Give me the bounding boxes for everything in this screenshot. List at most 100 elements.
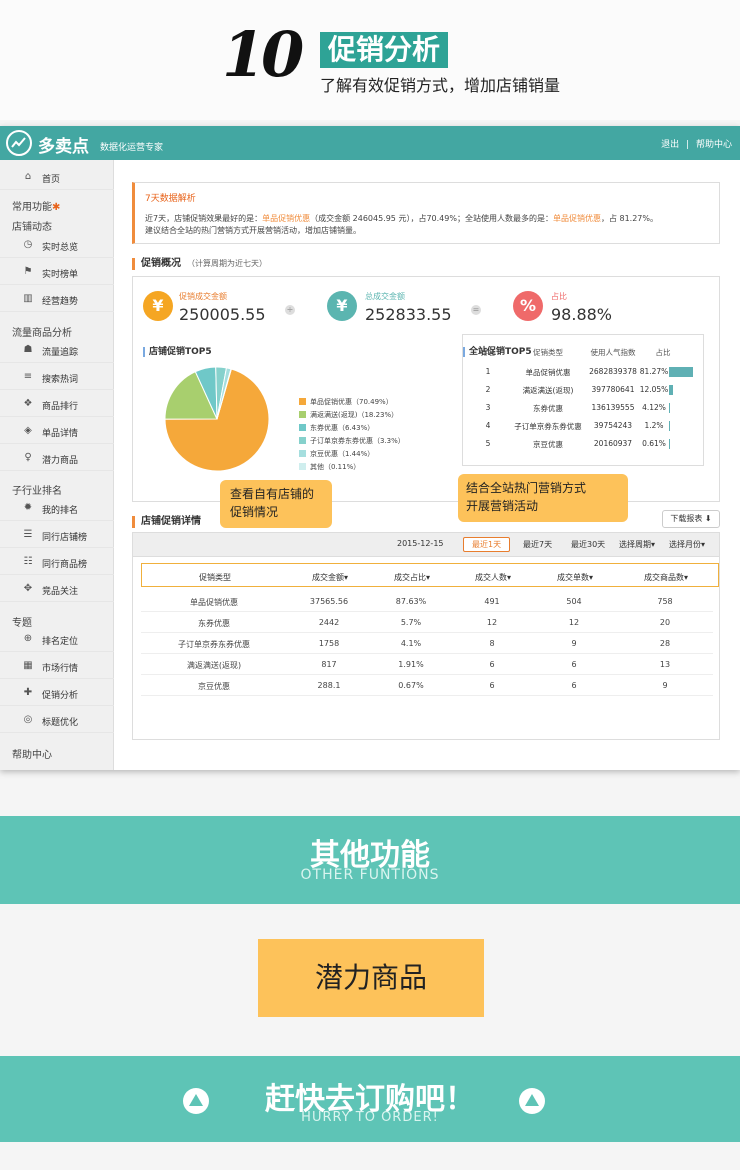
alert-title: 7天数据解析 <box>145 194 196 204</box>
other-features-subtitle: OTHER FUNTIONS <box>300 867 440 883</box>
crosshair-icon: ✥ <box>23 583 33 594</box>
logo-icon <box>6 130 32 156</box>
sidebar-section-common: 常用功能✱ <box>12 202 61 213</box>
flag-icon: ⚑ <box>23 266 33 277</box>
download-report-button[interactable]: 下载报表 ⬇ <box>662 510 720 528</box>
site-top5-row: 5 京豆优惠 20160937 0.61% <box>463 437 705 455</box>
share-bar <box>669 367 694 377</box>
alert-line-1: 近7天，店铺促销效果最好的是：单品促销优惠（成交金额 246045.95 元），… <box>145 214 658 223</box>
site-top5-row: 2 满返满送(返现) 397780641 12.05% <box>463 383 705 401</box>
select-period-dropdown[interactable]: 选择周期▾ <box>619 539 655 550</box>
sidebar-item-promo-analysis[interactable]: ✚ 促销分析 <box>0 680 114 706</box>
feature-number: 10 <box>222 18 304 91</box>
filter-7day[interactable]: 最近7天 <box>523 539 552 550</box>
legend-item: 单品促销优惠（70.49%） <box>299 397 393 407</box>
database-icon: ≡ <box>23 371 33 382</box>
users-icon: ☗ <box>23 344 33 355</box>
filter-30day[interactable]: 最近30天 <box>571 539 605 550</box>
sidebar-item-realtime-rank[interactable]: ⚑ 实时榜单 <box>0 259 114 285</box>
data-analysis-alert: 7天数据解析 近7天，店铺促销效果最好的是：单品促销优惠（成交金额 246045… <box>132 182 720 244</box>
share-bar <box>669 439 670 449</box>
table-row: 单品促销优惠 37565.56 87.63% 491 504 758 <box>141 591 713 612</box>
filter-1day[interactable]: 最近1天 <box>463 537 511 552</box>
divide-icon: ÷ <box>285 305 295 315</box>
bar-chart-icon: ▥ <box>23 293 33 304</box>
help-link[interactable]: 帮助中心 <box>696 140 732 150</box>
sidebar-item-realtime-overview[interactable]: ◷ 实时总览 <box>0 232 114 258</box>
table-row: 满返满送(返现) 817 1.91% 6 6 13 <box>141 654 713 675</box>
list-icon: ☰ <box>23 529 33 540</box>
sidebar-item-my-rank[interactable]: ✹ 我的排名 <box>0 495 114 521</box>
details-panel: 2015-12-15 最近1天 最近7天 最近30天 选择周期▾ 选择月份▾ 促… <box>132 532 720 740</box>
sidebar-item-traffic[interactable]: ☗ 流量追踪 <box>0 337 114 363</box>
brand-name: 多卖点 <box>38 137 89 157</box>
sidebar-section-store: 店铺动态 <box>12 222 52 233</box>
table-row: 子订单京券东券优惠 1758 4.1% 8 9 28 <box>141 633 713 654</box>
overview-title: 促销概况 （计算周期为近七天） <box>132 258 267 270</box>
order-banner[interactable]: 赶快去订购吧！ HURRY TO ORDER! <box>0 1056 740 1142</box>
brand-tagline: 数据化运营专家 <box>100 143 164 153</box>
sidebar-item-peer-stores[interactable]: ☰ 同行店铺榜 <box>0 522 114 548</box>
cube-icon: ◈ <box>24 425 32 436</box>
top-links: 退出 | 帮助中心 <box>657 137 732 150</box>
feature-header: 10 促销分析 了解有效促销方式，增加店铺销量 <box>0 0 740 120</box>
other-features-banner: 其他功能 OTHER FUNTIONS <box>0 816 740 904</box>
app-header: 多卖点 数据化运营专家 退出 | 帮助中心 <box>0 126 740 160</box>
total-sales-label: 总成交金额 <box>365 292 405 301</box>
legend-swatch <box>299 411 306 418</box>
share-bar <box>669 421 670 431</box>
legend-item: 东券优惠（6.43%） <box>299 423 374 433</box>
sidebar-item-home[interactable]: ⌂ 首页 <box>0 164 114 190</box>
sidebar-item-market[interactable]: ▦ 市场行情 <box>0 653 114 679</box>
legend-swatch <box>299 398 306 405</box>
legend-item: 子订单京券东券优惠（3.3%） <box>299 436 405 446</box>
logout-link[interactable]: 退出 <box>661 140 679 150</box>
clock-icon: ◷ <box>23 239 33 250</box>
store-promo-pie-chart <box>164 366 270 472</box>
lightbulb-icon: ♀ <box>24 452 32 463</box>
details-title: 店铺促销详情 <box>132 516 201 528</box>
money-bag-icon: ¥ <box>143 291 173 321</box>
sidebar-item-peer-products[interactable]: ☷ 同行商品榜 <box>0 549 114 575</box>
sidebar-item-search-words[interactable]: ≡ 搜索热词 <box>0 364 114 390</box>
share-bar <box>669 385 673 395</box>
callout-site-promo: 结合全站热门营销方式 开展营销活动 <box>458 474 628 522</box>
sidebar-item-title-opt[interactable]: ◎ 标题优化 <box>0 707 114 733</box>
site-top5-row: 4 子订单京券东券优惠 39754243 1.2% <box>463 419 705 437</box>
gear-icon: ✱ <box>52 202 61 213</box>
sidebar-item-competitor[interactable]: ✥ 竞品关注 <box>0 576 114 602</box>
app-window: 多卖点 数据化运营专家 退出 | 帮助中心 ⌂ 首页 常用功能✱ 店铺动态 ◷ 实时… <box>0 126 740 770</box>
col-orders[interactable]: 成交单数▾ <box>534 572 616 583</box>
legend-swatch <box>299 437 306 444</box>
sidebar-item-rank-locate[interactable]: ⊕ 排名定位 <box>0 626 114 652</box>
sidebar-item-product-rank[interactable]: ❖ 商品排行 <box>0 391 114 417</box>
site-top5-table: 排名 促销类型 使用人气指数 占比 1 单品促销优惠 2682839378 81.27… <box>462 334 704 466</box>
select-month-dropdown[interactable]: 选择月份▾ <box>669 539 705 550</box>
main-content: 7天数据解析 近7天，店铺促销效果最好的是：单品促销优惠（成交金额 246045… <box>124 160 728 770</box>
download-icon: ⬇ <box>704 514 712 523</box>
site-top5-row: 3 东券优惠 136139555 4.12% <box>463 401 705 419</box>
site-top5-row: 1 单品促销优惠 2682839378 81.27% <box>463 365 705 383</box>
sidebar-help[interactable]: 帮助中心 <box>12 746 52 761</box>
promo-sales-value: 250005.55 <box>179 305 266 324</box>
total-sales-value: 252833.55 <box>365 305 452 324</box>
cubes-icon: ❖ <box>23 398 33 409</box>
col-items[interactable]: 成交商品数▾ <box>616 572 716 583</box>
col-amount[interactable]: 成交金额▾ <box>288 572 372 583</box>
sidebar-item-trend[interactable]: ▥ 经营趋势 <box>0 286 114 312</box>
sidebar-item-product-detail[interactable]: ◈ 单品详情 <box>0 418 114 444</box>
legend-swatch <box>299 450 306 457</box>
sidebar-item-potential[interactable]: ♀ 潜力商品 <box>0 445 114 471</box>
feature-title: 促销分析 <box>320 32 449 68</box>
callout-store-promo: 查看自有店铺的促销情况 <box>220 480 332 528</box>
target-icon: ◎ <box>23 714 33 725</box>
col-share[interactable]: 成交占比▾ <box>372 572 452 583</box>
potential-products-button[interactable]: 潜力商品 <box>258 939 484 1017</box>
col-buyers[interactable]: 成交人数▾ <box>452 572 534 583</box>
promo-sales-label: 促销成交金额 <box>179 292 227 301</box>
legend-item: 其他（0.11%） <box>299 462 360 472</box>
sidebar: ⌂ 首页 常用功能✱ 店铺动态 ◷ 实时总览 ⚑ 实时榜单 ▥ 经营趋势 流量商品分析 … <box>0 160 114 770</box>
legend-swatch <box>299 424 306 431</box>
ratio-value: 98.88% <box>551 305 613 324</box>
details-toolbar: 2015-12-15 最近1天 最近7天 最近30天 选择周期▾ 选择月份▾ <box>133 533 719 557</box>
